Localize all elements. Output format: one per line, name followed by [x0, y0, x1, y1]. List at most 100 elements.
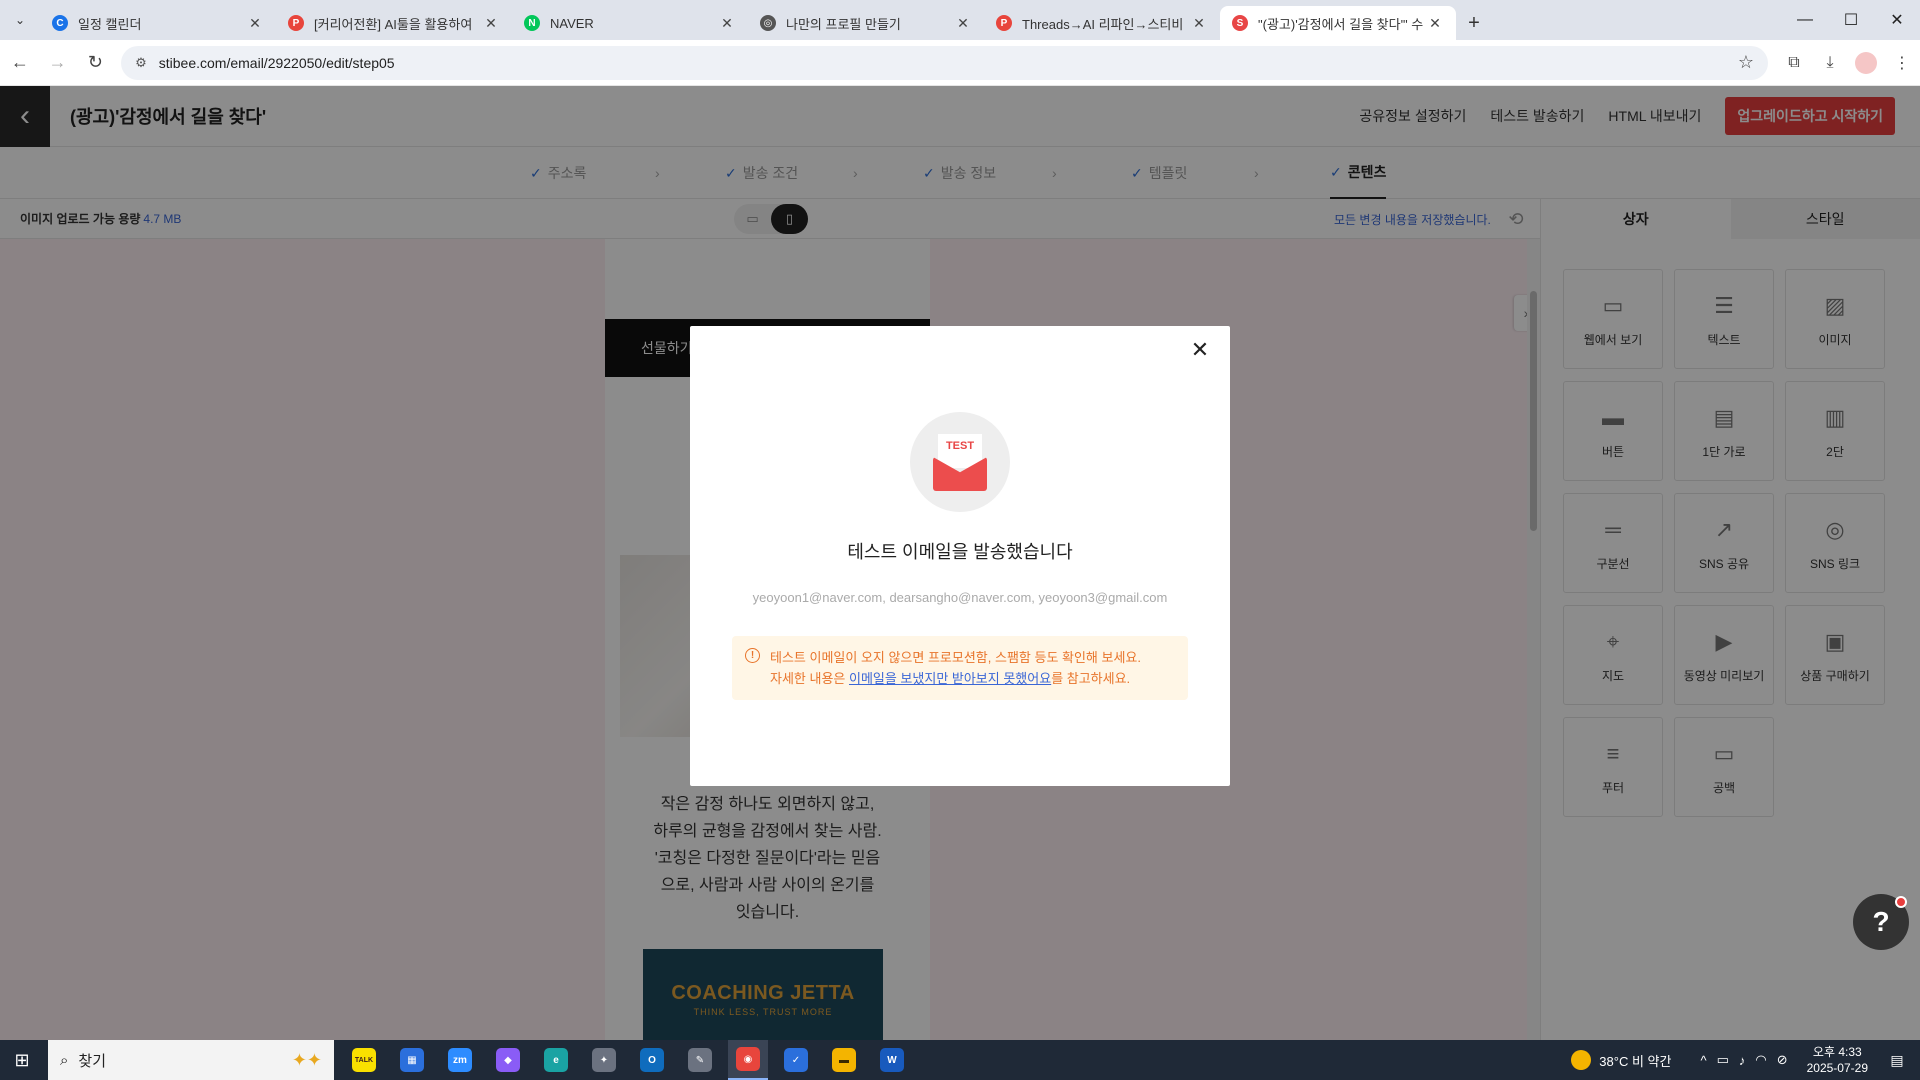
- window-controls: — ☐ ✕: [1782, 0, 1920, 40]
- forward-arrow-icon[interactable]: →: [40, 45, 76, 81]
- maximize-button[interactable]: ☐: [1828, 0, 1874, 40]
- more-menu-icon[interactable]: ⋮: [1884, 45, 1920, 81]
- browser-tab-strip: ⌄ C 일정 캘린더 ✕ P [커리어전환] AI툴을 활용하여 ✕ N NAVER ✕ ◎ 나만의…: [0, 0, 1920, 40]
- site-settings-icon[interactable]: ⚙: [135, 55, 147, 71]
- kakaotalk-icon: TALK: [352, 1048, 376, 1072]
- download-icon[interactable]: ⤓: [1812, 45, 1848, 81]
- modal-title: 테스트 이메일을 발송했습니다: [847, 542, 1073, 562]
- browser-tab[interactable]: ◎ 나만의 프로필 만들기 ✕: [748, 6, 984, 40]
- reload-icon[interactable]: ↻: [77, 45, 113, 81]
- outlook-icon: O: [640, 1048, 664, 1072]
- recipient-emails: yeoyoon1@naver.com, dearsangho@naver.com…: [752, 590, 1168, 605]
- notice-prefix: 자세한 내용은: [770, 671, 849, 686]
- sparkle-icon: ✦✦: [291, 1049, 322, 1070]
- help-link[interactable]: 이메일을 보냈지만 받아보지 못했어요: [849, 671, 1051, 686]
- taskbar-search-label: 찾기: [78, 1052, 107, 1070]
- tab-close-icon[interactable]: ✕: [482, 15, 500, 32]
- profile-avatar[interactable]: [1854, 51, 1877, 74]
- browser-tab[interactable]: P [커리어전환] AI툴을 활용하여 ✕: [276, 6, 512, 40]
- todo-icon: ✓: [784, 1048, 808, 1072]
- search-icon: ⌕: [60, 1051, 69, 1069]
- word-icon: W: [880, 1048, 904, 1072]
- store-icon: ▦: [400, 1048, 424, 1072]
- taskbar-app[interactable]: zm: [440, 1040, 480, 1080]
- notice-suffix: 를 참고하세요.: [1051, 671, 1131, 686]
- clock-date: 2025-07-29: [1806, 1061, 1868, 1075]
- weather-text: 38°C 비 약간: [1599, 1053, 1672, 1069]
- tab-title: 일정 캘린더: [78, 16, 142, 32]
- chrome-icon: ◉: [736, 1047, 760, 1071]
- tab-close-icon[interactable]: ✕: [718, 15, 736, 32]
- zoom-icon: zm: [448, 1048, 472, 1072]
- tab-title: 나만의 프로필 만들기: [786, 16, 901, 32]
- tab-list: C 일정 캘린더 ✕ P [커리어전환] AI툴을 활용하여 ✕ N NAVER ✕ ◎ 나만의 프…: [40, 6, 1456, 40]
- taskbar-app[interactable]: ◆: [488, 1040, 528, 1080]
- app-bird-icon: ✦: [592, 1048, 616, 1072]
- minimize-button[interactable]: —: [1782, 0, 1828, 40]
- url-omnibox[interactable]: ⚙ stibee.com/email/2922050/edit/step05 ☆: [121, 45, 1768, 80]
- notice-line-1: 테스트 이메일이 오지 않으면 프로모션함, 스팸함 등도 확인해 보세요.: [770, 650, 1141, 665]
- battery-icon[interactable]: ▭: [1717, 1052, 1729, 1068]
- tab-favicon-icon: N: [524, 15, 540, 31]
- info-circle-icon: !: [745, 648, 760, 663]
- tab-favicon-icon: S: [1232, 15, 1248, 31]
- tab-favicon-icon: P: [996, 15, 1012, 31]
- tab-close-icon[interactable]: ✕: [1190, 15, 1208, 32]
- weather-icon: [1571, 1050, 1592, 1070]
- tab-title: NAVER: [550, 15, 594, 31]
- envelope-icon: TEST: [933, 433, 987, 491]
- system-tray: 38°C 비 약간 ^ ▭ ♪ ◠ ⊘ 오후 4:33 2025-07-29 ▤: [1571, 1044, 1920, 1076]
- weather-widget[interactable]: 38°C 비 약간: [1571, 1050, 1671, 1070]
- tab-title: "(광고)'감정에서 길을 찾다'" 수: [1258, 16, 1424, 32]
- taskbar-search[interactable]: ⌕ 찾기 ✦✦: [48, 1040, 334, 1080]
- mic-off-icon[interactable]: ⊘: [1777, 1052, 1788, 1068]
- explorer-icon: ▬: [832, 1048, 856, 1072]
- browser-tab[interactable]: N NAVER ✕: [512, 6, 748, 40]
- back-arrow-icon[interactable]: ←: [2, 45, 38, 81]
- bookmark-star-icon[interactable]: ☆: [1738, 52, 1754, 73]
- taskbar-app[interactable]: W: [872, 1040, 912, 1080]
- browser-tab[interactable]: S "(광고)'감정에서 길을 찾다'" 수 ✕: [1220, 6, 1456, 40]
- clock[interactable]: 오후 4:33 2025-07-29: [1807, 1044, 1868, 1076]
- help-glyph: ?: [1872, 906, 1890, 937]
- new-tab-button[interactable]: +: [1456, 6, 1492, 40]
- taskbar-app[interactable]: ✓: [776, 1040, 816, 1080]
- taskbar-app[interactable]: O: [632, 1040, 672, 1080]
- extensions-icon[interactable]: ⧉: [1776, 45, 1812, 81]
- edge-icon: e: [544, 1048, 568, 1072]
- tab-title: [커리어전환] AI툴을 활용하여: [314, 16, 473, 32]
- copilot-icon: ◆: [496, 1048, 520, 1072]
- tab-search-chevron-icon[interactable]: ⌄: [0, 0, 40, 40]
- tab-favicon-icon: P: [288, 15, 304, 31]
- taskbar-apps: TALK ▦ zm ◆ e ✦ O ✎ ◉ ✓ ▬ W: [340, 1040, 916, 1080]
- windows-taskbar: ⊞ ⌕ 찾기 ✦✦ TALK ▦ zm ◆ e ✦ O ✎ ◉ ✓ ▬ W 38°C 비 약간 ^ ▭…: [0, 1040, 1920, 1080]
- tab-close-icon[interactable]: ✕: [954, 15, 972, 32]
- taskbar-app[interactable]: ▦: [392, 1040, 432, 1080]
- volume-icon[interactable]: ♪: [1739, 1053, 1746, 1068]
- taskbar-app[interactable]: ✎: [680, 1040, 720, 1080]
- notification-icon[interactable]: ▤: [1882, 1052, 1912, 1069]
- close-window-button[interactable]: ✕: [1874, 0, 1920, 40]
- taskbar-app[interactable]: ◉: [728, 1040, 768, 1080]
- tab-close-icon[interactable]: ✕: [1426, 15, 1444, 32]
- help-question-icon[interactable]: ?: [1853, 894, 1909, 950]
- windows-start-icon[interactable]: ⊞: [0, 1040, 44, 1080]
- tab-favicon-icon: ◎: [760, 15, 776, 31]
- delivery-notice: ! 테스트 이메일이 오지 않으면 프로모션함, 스팸함 등도 확인해 보세요.…: [732, 636, 1188, 700]
- modal-close-icon[interactable]: ✕: [1186, 336, 1214, 364]
- browser-tab[interactable]: C 일정 캘린더 ✕: [40, 6, 276, 40]
- app-feather-icon: ✎: [688, 1048, 712, 1072]
- taskbar-app[interactable]: TALK: [344, 1040, 384, 1080]
- clock-time: 오후 4:33: [1812, 1045, 1862, 1059]
- wifi-icon[interactable]: ◠: [1755, 1052, 1766, 1068]
- test-envelope-icon: TEST: [910, 412, 1010, 512]
- taskbar-app[interactable]: ▬: [824, 1040, 864, 1080]
- toolbar-actions: ⧉ ⤓ ⋮: [1776, 45, 1920, 81]
- tray-chevron-icon[interactable]: ^: [1700, 1053, 1706, 1068]
- test-sent-modal: ✕ TEST 테스트 이메일을 발송했습니다 yeoyoon1@naver.co…: [690, 326, 1230, 786]
- tab-close-icon[interactable]: ✕: [246, 15, 264, 32]
- browser-tab[interactable]: P Threads→AI 리파인→스티비 ✕: [984, 6, 1220, 40]
- taskbar-app[interactable]: ✦: [584, 1040, 624, 1080]
- url-text[interactable]: stibee.com/email/2922050/edit/step05: [159, 55, 1738, 71]
- taskbar-app[interactable]: e: [536, 1040, 576, 1080]
